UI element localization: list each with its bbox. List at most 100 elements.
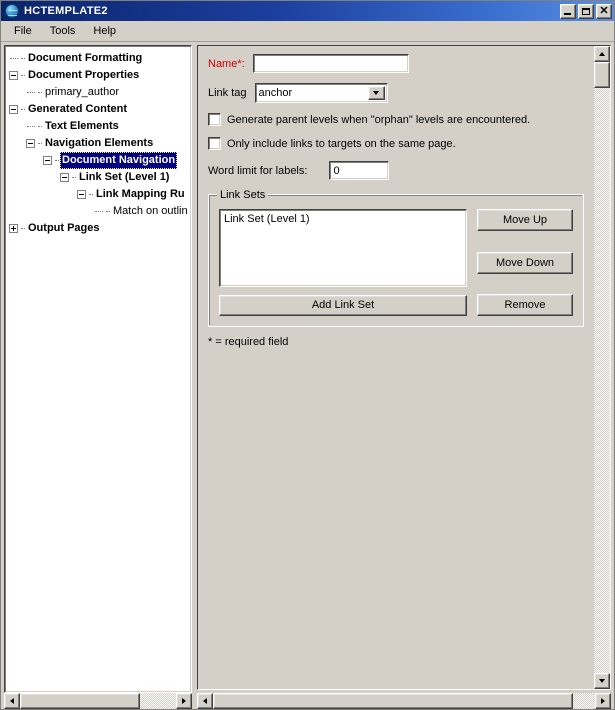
- tree-dotted-line: [55, 159, 59, 162]
- samepage-checkbox-row[interactable]: Only include links to targets on the sam…: [208, 137, 584, 150]
- chevron-down-icon: [373, 91, 380, 95]
- link-sets-button-column: Move Up Move Down Remove: [477, 209, 573, 316]
- tree-node-label: Match on outlin: [113, 205, 188, 217]
- form-viewport: Name*: Link tag anchor Generate parent l…: [198, 46, 594, 689]
- tree-dotted-line: [72, 176, 76, 179]
- tree-dotted-line: [21, 57, 25, 60]
- tree-node-document-formatting[interactable]: Document Formatting: [5, 50, 191, 67]
- tree-scroll-right-button[interactable]: [176, 693, 192, 709]
- form-scroll-thumb[interactable]: [594, 62, 610, 88]
- link-sets-listbox[interactable]: Link Set (Level 1): [219, 209, 467, 287]
- form-scroll-track[interactable]: [594, 62, 610, 673]
- link-sets-groupbox: Link Sets Link Set (Level 1) Add Link Se…: [208, 189, 584, 327]
- tree-connector-icon: [9, 54, 18, 63]
- link-sets-list-column: Link Set (Level 1) Add Link Set: [219, 209, 467, 316]
- tree-dotted-line: [21, 74, 25, 77]
- tree-node-generated-content[interactable]: Generated Content: [5, 101, 191, 118]
- tree-scroll-thumb[interactable]: [20, 693, 140, 709]
- tree-collapse-icon[interactable]: [43, 156, 52, 165]
- form-panel: Name*: Link tag anchor Generate parent l…: [197, 45, 611, 709]
- tree-connector-icon: [26, 122, 35, 131]
- tree-node-label: Document Navigation: [60, 152, 178, 169]
- close-button[interactable]: ✕: [596, 3, 612, 19]
- linktag-dropdown-button[interactable]: [367, 86, 385, 100]
- tree-node-output-pages[interactable]: Output Pages: [5, 220, 191, 237]
- tree-collapse-icon[interactable]: [26, 139, 35, 148]
- remove-button[interactable]: Remove: [477, 294, 573, 316]
- tree-dotted-line: [38, 125, 42, 128]
- tree-scroll-left-button[interactable]: [4, 693, 20, 709]
- wordlimit-input[interactable]: 0: [329, 161, 390, 180]
- form-content: Name*: Link tag anchor Generate parent l…: [198, 46, 594, 348]
- chevron-left-icon: [203, 698, 207, 704]
- form-vertical-scrollbar[interactable]: [594, 46, 610, 689]
- orphan-checkbox-label: Generate parent levels when "orphan" lev…: [227, 113, 531, 126]
- tree-horizontal-scrollbar[interactable]: [4, 693, 192, 709]
- menu-bar: File Tools Help: [1, 21, 614, 42]
- samepage-checkbox[interactable]: [208, 137, 221, 150]
- tree-node-label: primary_author: [45, 86, 119, 98]
- tree-dotted-line: [89, 193, 93, 196]
- tree-node-text-elements[interactable]: Text Elements: [5, 118, 191, 135]
- add-link-set-button[interactable]: Add Link Set: [219, 295, 467, 316]
- chevron-right-icon: [182, 698, 186, 704]
- form-scroll-up-button[interactable]: [594, 46, 610, 62]
- menu-item-help[interactable]: Help: [84, 23, 125, 39]
- navigation-tree[interactable]: Document Formatting Document Properties pr…: [4, 45, 192, 693]
- linktag-field-row: Link tag anchor: [208, 83, 584, 103]
- caption-button-group: ✕: [560, 3, 612, 19]
- tree-node-navigation-elements[interactable]: Navigation Elements: [5, 135, 191, 152]
- chevron-left-icon: [10, 698, 14, 704]
- form-scroll-down-button[interactable]: [594, 673, 610, 689]
- form-hscroll-track[interactable]: [213, 693, 595, 709]
- tree-collapse-icon[interactable]: [77, 190, 86, 199]
- tree-node-label: Document Properties: [28, 69, 140, 81]
- window-title: HCTEMPLATE2: [24, 5, 108, 17]
- chevron-up-icon: [599, 52, 605, 56]
- move-up-button[interactable]: Move Up: [477, 209, 573, 231]
- maximize-button[interactable]: [578, 3, 594, 19]
- tree-connector-icon: [94, 207, 103, 216]
- tree-node-match-on-outlin[interactable]: Match on outlin: [5, 203, 191, 220]
- link-sets-body: Link Set (Level 1) Add Link Set Move Up …: [219, 209, 573, 316]
- form-scroll-right-button[interactable]: [595, 693, 611, 709]
- tree-node-primary-author[interactable]: primary_author: [5, 84, 191, 101]
- tree-dotted-line: [21, 108, 25, 111]
- tree-node-link-set-level-1[interactable]: Link Set (Level 1): [5, 169, 191, 186]
- tree-node-document-navigation[interactable]: Document Navigation: [5, 152, 191, 169]
- orphan-checkbox[interactable]: [208, 113, 221, 126]
- linktag-combobox[interactable]: anchor: [254, 83, 388, 103]
- form-scroll-left-button[interactable]: [197, 693, 213, 709]
- tree-dotted-line: [21, 227, 25, 230]
- tree-expand-icon[interactable]: [9, 224, 18, 233]
- tree-node-document-properties[interactable]: Document Properties: [5, 67, 191, 84]
- chevron-down-icon: [599, 679, 605, 683]
- form-hscroll-thumb[interactable]: [213, 693, 573, 709]
- name-input[interactable]: [252, 54, 409, 73]
- orphan-checkbox-row[interactable]: Generate parent levels when "orphan" lev…: [208, 113, 584, 126]
- wordlimit-value: 0: [333, 164, 340, 177]
- form-horizontal-scrollbar[interactable]: [197, 693, 611, 709]
- list-item[interactable]: Link Set (Level 1): [220, 212, 466, 226]
- required-field-note: * = required field: [208, 336, 289, 348]
- content-area: Document Formatting Document Properties pr…: [1, 42, 614, 709]
- tree-node-label: Document Formatting: [28, 52, 143, 64]
- close-icon: ✕: [599, 4, 609, 17]
- tree-scroll-track[interactable]: [20, 693, 176, 709]
- tree-node-label: Link Mapping Ru: [96, 188, 185, 200]
- tree-node-link-mapping-ru[interactable]: Link Mapping Ru: [5, 186, 191, 203]
- linktag-label: Link tag: [208, 87, 247, 99]
- tree-collapse-icon[interactable]: [9, 71, 18, 80]
- move-down-button[interactable]: Move Down: [477, 251, 573, 274]
- tree-dotted-line: [38, 142, 42, 145]
- menu-item-file[interactable]: File: [5, 23, 41, 39]
- tree-node-label: Output Pages: [28, 222, 100, 234]
- samepage-checkbox-label: Only include links to targets on the sam…: [227, 137, 456, 150]
- linktag-selected-value: anchor: [258, 87, 293, 99]
- minimize-button[interactable]: [560, 3, 576, 19]
- tree-node-label: Generated Content: [28, 103, 128, 115]
- menu-item-tools[interactable]: Tools: [41, 23, 85, 39]
- tree-collapse-icon[interactable]: [9, 105, 18, 114]
- name-label: Name*:: [208, 57, 245, 70]
- tree-collapse-icon[interactable]: [60, 173, 69, 182]
